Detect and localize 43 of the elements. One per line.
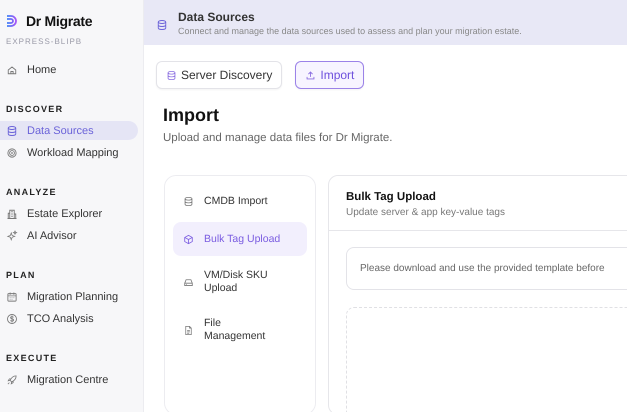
database-icon (156, 18, 168, 30)
home-icon (6, 64, 18, 76)
sidebar-item[interactable]: Home (0, 60, 138, 79)
database-icon (6, 124, 18, 136)
section-heading: EXECUTE (5, 352, 59, 365)
target-icon (6, 146, 18, 158)
calendar-icon (6, 290, 18, 302)
rocket-icon (6, 374, 18, 386)
database-icon (166, 70, 177, 80)
section-heading: PLAN (5, 269, 37, 282)
drive-icon (183, 276, 194, 288)
building-icon (6, 208, 18, 220)
sidebar-item[interactable]: Estate Explorer (0, 204, 138, 223)
sidebar-item[interactable]: TCO Analysis (0, 309, 138, 328)
page-title: Import (163, 105, 220, 126)
sidebar-item[interactable]: Migration Planning (0, 287, 138, 306)
section-heading: DISCOVER (5, 103, 64, 116)
tab[interactable]: Import (295, 61, 364, 89)
card-title: Bulk Tag Upload (346, 191, 437, 203)
cube-icon (183, 234, 194, 244)
import-menu-item[interactable]: CMDB Import (173, 184, 307, 218)
import-menu-item[interactable]: File Management (173, 308, 307, 352)
dollar-icon (6, 312, 18, 324)
database-icon (183, 196, 194, 206)
sidebar-item[interactable]: Workload Mapping (0, 143, 138, 162)
section-heading: ANALYZE (5, 186, 58, 199)
header-title: Data Sources (178, 10, 256, 24)
sidebar-item[interactable]: Migration Centre (0, 370, 138, 389)
notice-text: Please download and use the provided template before (346, 247, 627, 290)
tab[interactable]: Server Discovery (156, 61, 282, 89)
sparkle-icon (6, 230, 18, 242)
page-subtitle: Upload and manage data files for Dr Migrate. (163, 132, 394, 144)
sidebar-item[interactable]: AI Advisor (0, 226, 138, 245)
import-menu-item[interactable]: VM/Disk SKU Upload (173, 260, 307, 304)
upload-icon (305, 70, 316, 80)
app-name: Dr Migrate (26, 13, 92, 29)
card-subtitle: Update server & app key-value tags (346, 207, 506, 218)
logo-icon (6, 15, 18, 27)
document-icon (183, 324, 194, 336)
sidebar-item[interactable]: Data Sources (0, 121, 138, 140)
workspace-name: EXPRESS-BLIPB (5, 36, 84, 46)
import-menu-item[interactable]: Bulk Tag Upload (173, 222, 307, 256)
header-subtitle: Connect and manage the data sources used to assess and plan your migration estate. (178, 26, 522, 36)
